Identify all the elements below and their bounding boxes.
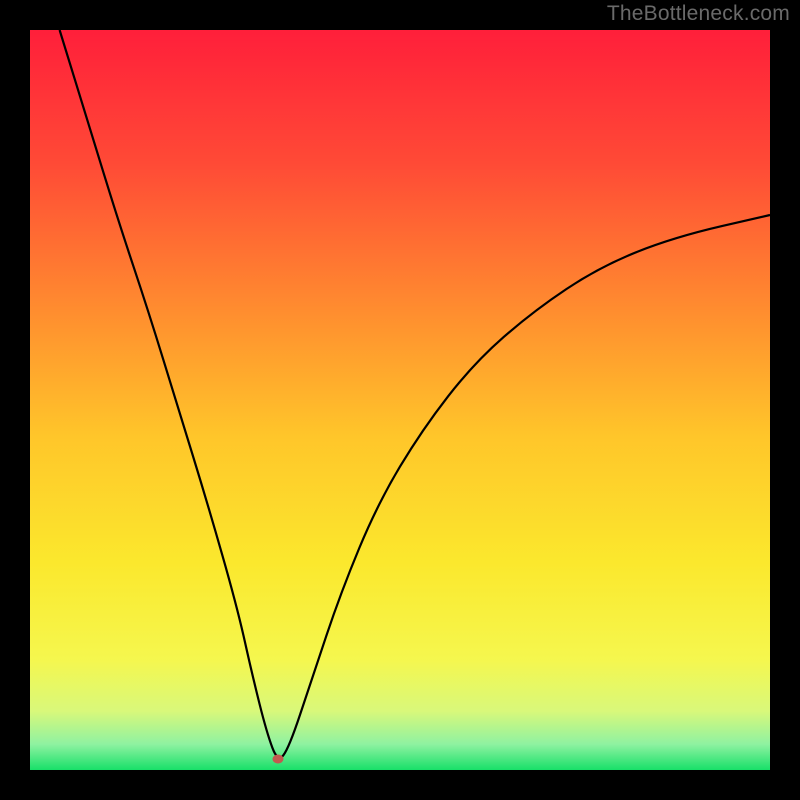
- minimum-point-marker: [272, 754, 283, 763]
- watermark-text: TheBottleneck.com: [607, 2, 790, 26]
- chart-frame: TheBottleneck.com: [0, 0, 800, 800]
- plot-area: [30, 30, 770, 770]
- curve-path: [60, 30, 770, 758]
- bottleneck-curve: [30, 30, 770, 770]
